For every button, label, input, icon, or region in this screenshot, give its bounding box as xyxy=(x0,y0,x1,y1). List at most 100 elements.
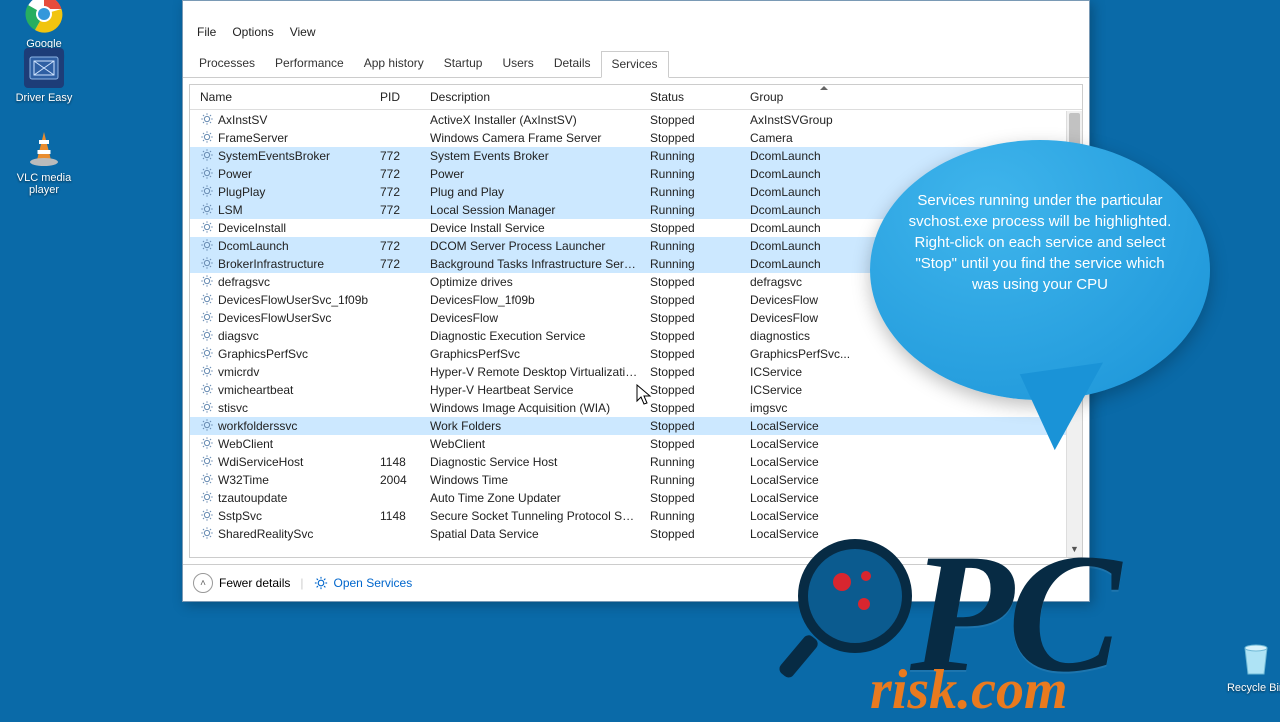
service-name: stisvc xyxy=(218,401,248,415)
tab-startup[interactable]: Startup xyxy=(434,51,493,77)
service-name: vmicrdv xyxy=(218,365,259,379)
table-row[interactable]: workfolderssvcWork FoldersStoppedLocalSe… xyxy=(190,417,1066,435)
tab-performance[interactable]: Performance xyxy=(265,51,354,77)
service-description: Spatial Data Service xyxy=(424,527,644,541)
service-name: vmicheartbeat xyxy=(218,383,293,397)
col-pid[interactable]: PID xyxy=(374,90,424,104)
col-status[interactable]: Status xyxy=(644,90,744,104)
service-name: AxInstSV xyxy=(218,113,267,127)
service-group: ICService xyxy=(744,383,904,397)
service-gear-icon xyxy=(200,418,214,435)
service-name: W32Time xyxy=(218,473,269,487)
service-description: System Events Broker xyxy=(424,149,644,163)
service-gear-icon xyxy=(200,454,214,471)
table-row[interactable]: FrameServerWindows Camera Frame ServerSt… xyxy=(190,129,1066,147)
vlc-icon xyxy=(24,128,64,168)
service-description: Hyper-V Remote Desktop Virtualizatio... xyxy=(424,365,644,379)
service-group: DcomLaunch xyxy=(744,203,904,217)
desktop-icon-vlc[interactable]: VLC media player xyxy=(6,128,82,196)
service-description: WebClient xyxy=(424,437,644,451)
tab-services[interactable]: Services xyxy=(601,51,669,78)
col-name[interactable]: Name xyxy=(194,90,374,104)
service-group: imgsvc xyxy=(744,401,904,415)
tabs: Processes Performance App history Startu… xyxy=(183,45,1089,78)
service-group: ICService xyxy=(744,365,904,379)
service-name: DevicesFlowUserSvc xyxy=(218,311,331,325)
table-row[interactable]: AxInstSVActiveX Installer (AxInstSV)Stop… xyxy=(190,111,1066,129)
table-row[interactable]: SharedRealitySvcSpatial Data ServiceStop… xyxy=(190,525,1066,543)
service-pid: 772 xyxy=(374,149,424,163)
service-description: Windows Camera Frame Server xyxy=(424,131,644,145)
menu-file[interactable]: File xyxy=(191,23,222,41)
table-row[interactable]: SystemEventsBroker 772System Events Broke… xyxy=(190,147,1066,165)
desktop-icon-drivereasy[interactable]: Driver Easy xyxy=(6,48,82,104)
table-row[interactable]: stisvc Windows Image Acquisition (WIA)Sto… xyxy=(190,399,1066,417)
table-row[interactable]: WdiServiceHost1148Diagnostic Service Hos… xyxy=(190,453,1066,471)
service-gear-icon xyxy=(200,508,214,525)
service-name: BrokerInfrastructure xyxy=(218,257,324,271)
table-row[interactable]: W32Time2004Windows TimeRunningLocalServi… xyxy=(190,471,1066,489)
scroll-down-icon[interactable]: ▼ xyxy=(1067,541,1082,557)
service-group: AxInstSVGroup xyxy=(744,113,904,127)
service-gear-icon xyxy=(200,130,214,147)
service-gear-icon xyxy=(200,238,214,255)
service-description: Power xyxy=(424,167,644,181)
service-description: DevicesFlow xyxy=(424,311,644,325)
service-status: Stopped xyxy=(644,275,744,289)
menu-view[interactable]: View xyxy=(284,23,322,41)
service-status: Stopped xyxy=(644,347,744,361)
service-description: Plug and Play xyxy=(424,185,644,199)
table-row[interactable]: SstpSvc1148Secure Socket Tunneling Proto… xyxy=(190,507,1066,525)
service-group: diagnostics xyxy=(744,329,904,343)
service-description: Hyper-V Heartbeat Service xyxy=(424,383,644,397)
service-gear-icon xyxy=(200,382,214,399)
desktop-icon-recycle[interactable]: Recycle Bin xyxy=(1218,638,1280,694)
recycle-bin-icon xyxy=(1236,638,1276,678)
service-status: Stopped xyxy=(644,419,744,433)
service-group: LocalService xyxy=(744,491,904,505)
service-name: DevicesFlowUserSvc_1f09b xyxy=(218,293,368,307)
service-name: PlugPlay xyxy=(218,185,265,199)
service-status: Stopped xyxy=(644,365,744,379)
service-name: WdiServiceHost xyxy=(218,455,303,469)
tab-apphistory[interactable]: App history xyxy=(354,51,434,77)
service-gear-icon xyxy=(200,184,214,201)
service-status: Stopped xyxy=(644,401,744,415)
service-description: DevicesFlow_1f09b xyxy=(424,293,644,307)
service-gear-icon xyxy=(200,112,214,129)
tab-details[interactable]: Details xyxy=(544,51,601,77)
gear-icon xyxy=(314,576,328,590)
service-description: Local Session Manager xyxy=(424,203,644,217)
fewer-details-button[interactable]: ˄ Fewer details xyxy=(193,573,290,593)
tab-processes[interactable]: Processes xyxy=(189,51,265,77)
service-group: Camera xyxy=(744,131,904,145)
titlebar[interactable] xyxy=(183,1,1089,21)
tab-users[interactable]: Users xyxy=(492,51,543,77)
service-status: Stopped xyxy=(644,311,744,325)
service-group: LocalService xyxy=(744,455,904,469)
service-group: LocalService xyxy=(744,527,904,541)
open-services-link[interactable]: Open Services xyxy=(314,576,413,590)
table-row[interactable]: tzautoupdateAuto Time Zone UpdaterStoppe… xyxy=(190,489,1066,507)
menubar: File Options View xyxy=(183,21,1089,45)
table-row[interactable]: WebClientWebClientStoppedLocalService xyxy=(190,435,1066,453)
service-name: SystemEventsBroker xyxy=(218,149,330,163)
service-status: Stopped xyxy=(644,293,744,307)
service-description: Windows Image Acquisition (WIA) xyxy=(424,401,644,415)
service-description: Device Install Service xyxy=(424,221,644,235)
service-status: Stopped xyxy=(644,491,744,505)
col-description[interactable]: Description xyxy=(424,90,644,104)
menu-options[interactable]: Options xyxy=(226,23,279,41)
chrome-icon xyxy=(24,0,64,34)
service-gear-icon xyxy=(200,202,214,219)
col-group[interactable]: Group xyxy=(744,90,904,104)
service-group: DcomLaunch xyxy=(744,167,904,181)
service-name: FrameServer xyxy=(218,131,288,145)
service-name: tzautoupdate xyxy=(218,491,287,505)
service-pid: 772 xyxy=(374,239,424,253)
service-name: workfolderssvc xyxy=(218,419,297,433)
table-row[interactable]: vmicheartbeatHyper-V Heartbeat ServiceSt… xyxy=(190,381,1066,399)
service-description: Diagnostic Execution Service xyxy=(424,329,644,343)
table-header: Name PID Description Status Group xyxy=(190,85,1082,110)
service-gear-icon xyxy=(200,274,214,291)
